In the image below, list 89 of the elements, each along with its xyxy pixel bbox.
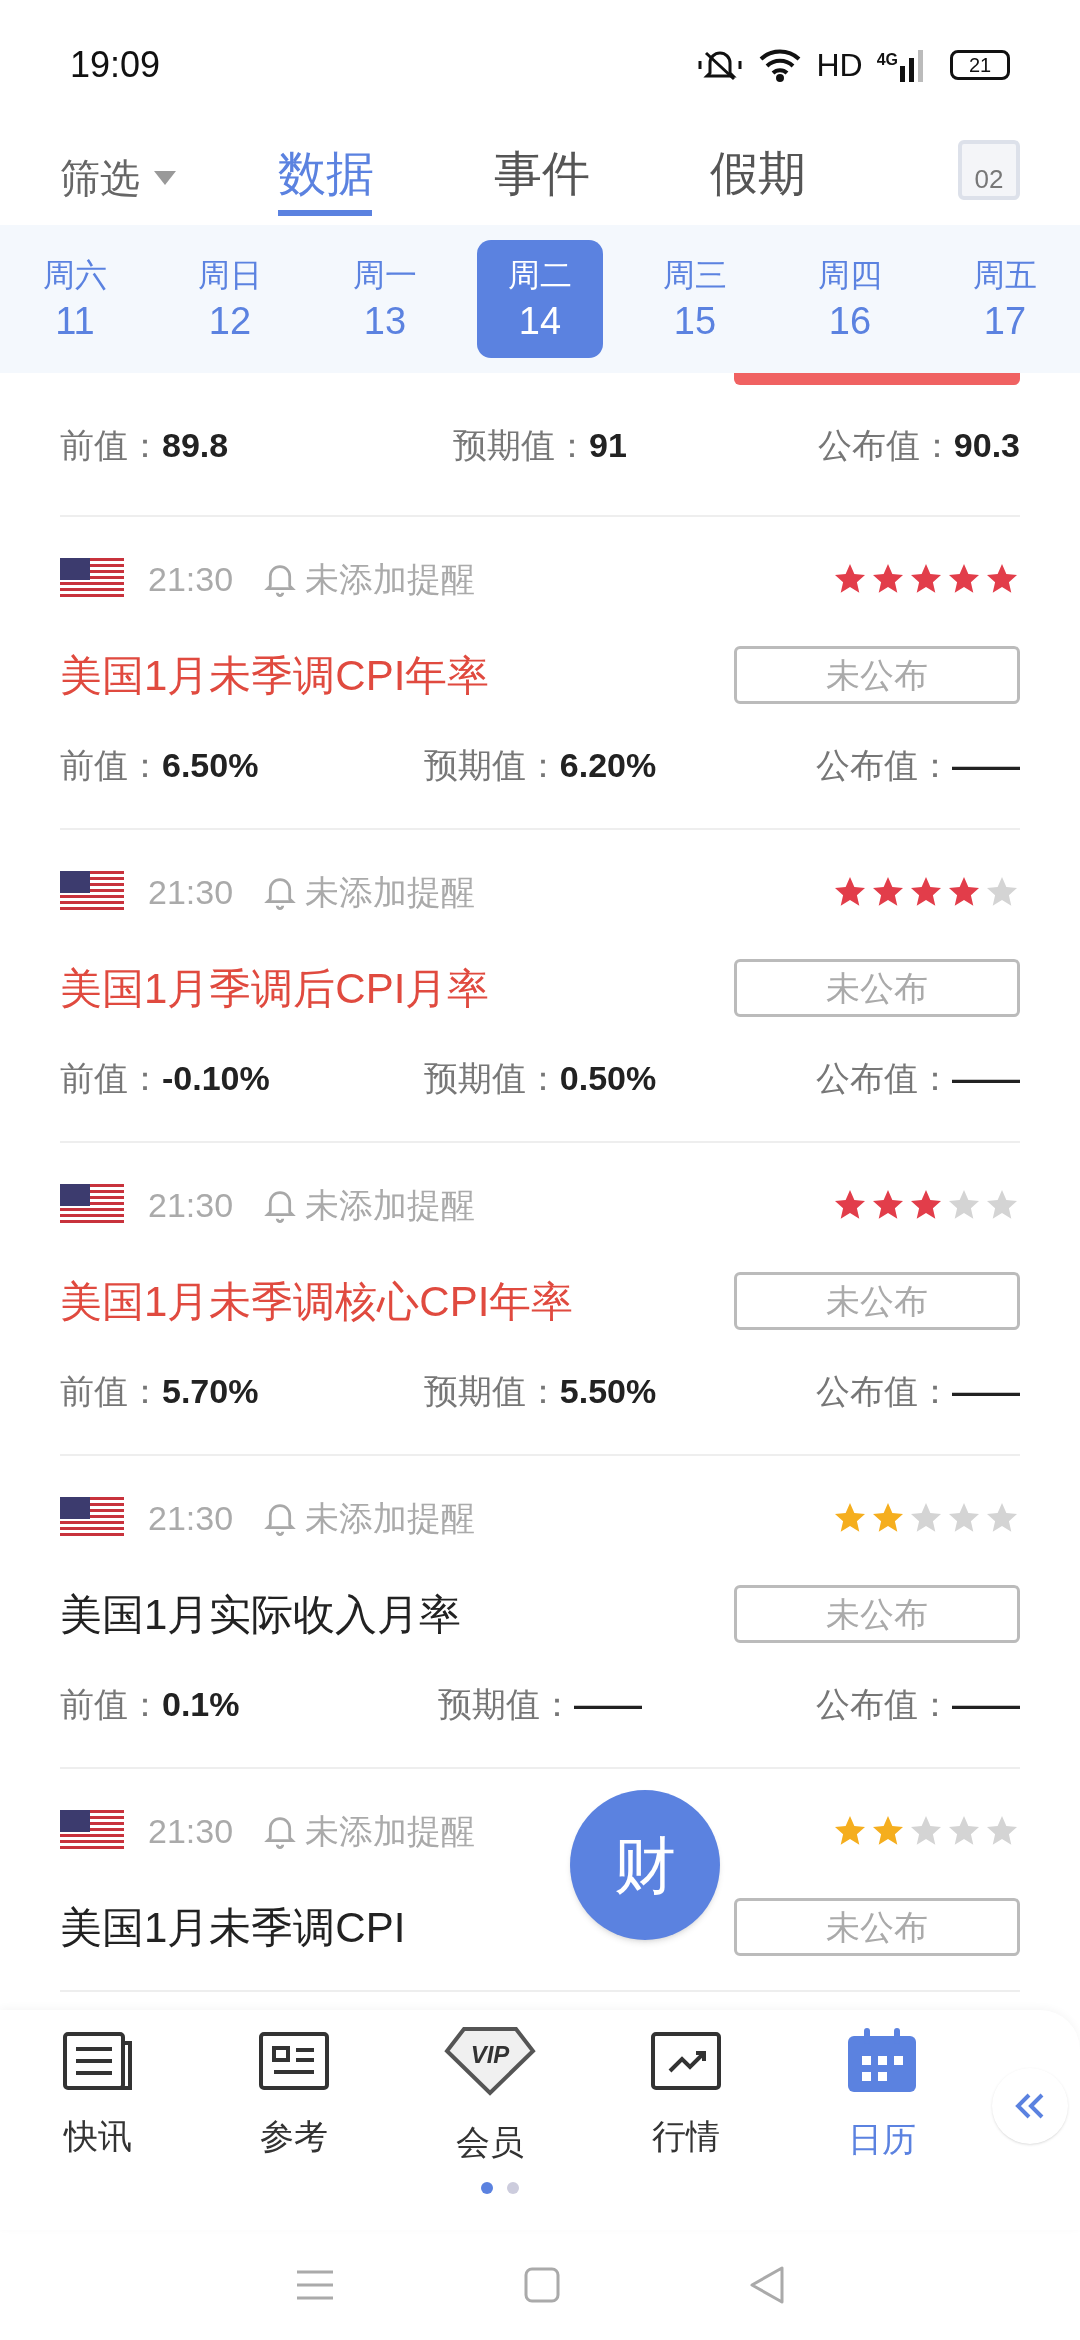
day-tab[interactable]: 周五 17 xyxy=(942,240,1068,358)
event-title: 美国1月未季调核心CPI年率 xyxy=(60,1276,574,1327)
status-label: 未公布 xyxy=(734,1272,1020,1330)
status-label: 未公布 xyxy=(734,1898,1020,1956)
caret-icon xyxy=(154,171,176,185)
value-label: 公布值： xyxy=(816,1057,952,1099)
reminder-button[interactable]: 未添加提醒 xyxy=(263,1492,476,1544)
value-label: 预期值： xyxy=(423,744,560,786)
tab[interactable]: 数据 xyxy=(278,130,494,216)
actual-value: —— xyxy=(952,1683,1020,1725)
status-label: 未公布 xyxy=(734,1585,1020,1643)
forecast-value: 6.20% xyxy=(559,744,657,786)
previous-value: 0.1% xyxy=(162,1683,240,1725)
event-title: 美国1月季调后CPI月率 xyxy=(60,963,490,1014)
previous-value: -0.10% xyxy=(162,1057,270,1099)
us-flag-icon xyxy=(60,558,124,600)
calendar-date-icon[interactable]: 02 xyxy=(958,140,1020,200)
floating-action-button[interactable]: 财 xyxy=(570,1790,720,1940)
status-label: 未公布 xyxy=(734,959,1020,1017)
forecast-value: —— xyxy=(574,1683,642,1725)
event-title: 美国1月实际收入月率 xyxy=(60,1589,462,1640)
day-tab[interactable]: 周一 13 xyxy=(322,240,448,358)
home-square-icon[interactable] xyxy=(524,2267,560,2303)
value-label: 公布值： xyxy=(817,424,954,466)
value-label: 预期值： xyxy=(453,424,590,466)
us-flag-icon xyxy=(60,1810,124,1852)
status-time: 19:09 xyxy=(70,43,161,87)
status-label: 未公布 xyxy=(734,646,1020,704)
value-label: 公布值： xyxy=(816,744,952,786)
id-card-icon xyxy=(258,2030,330,2091)
value-label: 公布值： xyxy=(816,1370,952,1412)
vip-diamond-icon: VIP xyxy=(444,2024,536,2097)
previous-value: 5.70% xyxy=(162,1370,259,1412)
back-icon[interactable] xyxy=(749,2265,786,2305)
actual-value: —— xyxy=(952,744,1020,786)
filter-dropdown[interactable]: 筛选 xyxy=(60,148,220,208)
day-tab[interactable]: 周三 15 xyxy=(632,240,758,358)
value-label: 前值： xyxy=(60,1057,162,1099)
us-flag-icon xyxy=(60,1184,124,1226)
value-label: 前值： xyxy=(60,744,162,786)
day-tab[interactable]: 周日 12 xyxy=(167,240,293,358)
event-title: 美国1月未季调CPI xyxy=(60,1902,406,1953)
tab[interactable]: 假期 xyxy=(710,130,926,216)
reminder-button[interactable]: 未添加提醒 xyxy=(263,1805,476,1857)
wifi-icon xyxy=(758,47,803,83)
network-label: HD xyxy=(816,46,863,85)
value-label: 预期值： xyxy=(438,1683,574,1725)
us-flag-icon xyxy=(60,871,124,913)
reminder-button[interactable]: 未添加提醒 xyxy=(263,1179,476,1231)
event-time: 21:30 xyxy=(148,1497,234,1539)
previous-value: 89.8 xyxy=(162,424,229,466)
event-time: 21:30 xyxy=(148,558,234,600)
collapse-button[interactable] xyxy=(992,2068,1068,2144)
day-tab[interactable]: 周四 16 xyxy=(787,240,913,358)
actual-value: 90.3 xyxy=(953,424,1020,466)
value-label: 前值： xyxy=(60,1683,162,1725)
reminder-button[interactable]: 未添加提醒 xyxy=(263,866,476,918)
battery-icon: 21 xyxy=(950,50,1010,80)
value-label: 公布值： xyxy=(816,1683,952,1725)
nav-tab[interactable]: VIP 会员 xyxy=(392,2024,588,2168)
forecast-value: 91 xyxy=(589,424,627,466)
value-label: 预期值： xyxy=(423,1370,560,1412)
tab[interactable]: 事件 xyxy=(494,130,710,216)
value-label: 前值： xyxy=(60,424,162,466)
previous-value: 6.50% xyxy=(162,744,259,786)
day-tab[interactable]: 周六 11 xyxy=(12,240,138,358)
forecast-value: 5.50% xyxy=(559,1370,657,1412)
event-time: 21:30 xyxy=(148,1810,234,1852)
nav-tab[interactable]: 参考 xyxy=(196,2030,392,2162)
chart-trend-icon xyxy=(650,2030,722,2091)
menu-icon[interactable] xyxy=(294,2269,335,2301)
nav-tab[interactable]: 行情 xyxy=(588,2030,784,2162)
event-time: 21:30 xyxy=(148,1184,234,1226)
actual-value: —— xyxy=(952,1370,1020,1412)
forecast-value: 0.50% xyxy=(559,1057,657,1099)
cell-type-label: 4G xyxy=(876,50,898,70)
nav-tab[interactable]: 快讯 xyxy=(0,2030,196,2162)
value-label: 预期值： xyxy=(423,1057,560,1099)
calendar-icon xyxy=(846,2027,918,2094)
event-time: 21:30 xyxy=(148,871,234,913)
event-title: 美国1月未季调CPI年率 xyxy=(60,650,490,701)
signal-icon xyxy=(900,48,926,82)
actual-value: —— xyxy=(952,1057,1020,1099)
nav-tab[interactable]: 日历 xyxy=(784,2027,980,2165)
reminder-button[interactable]: 未添加提醒 xyxy=(263,553,476,605)
value-label: 前值： xyxy=(60,1370,162,1412)
us-flag-icon xyxy=(60,1497,124,1539)
newspaper-icon xyxy=(62,2030,134,2091)
day-tab[interactable]: 周二 14 xyxy=(477,240,603,358)
